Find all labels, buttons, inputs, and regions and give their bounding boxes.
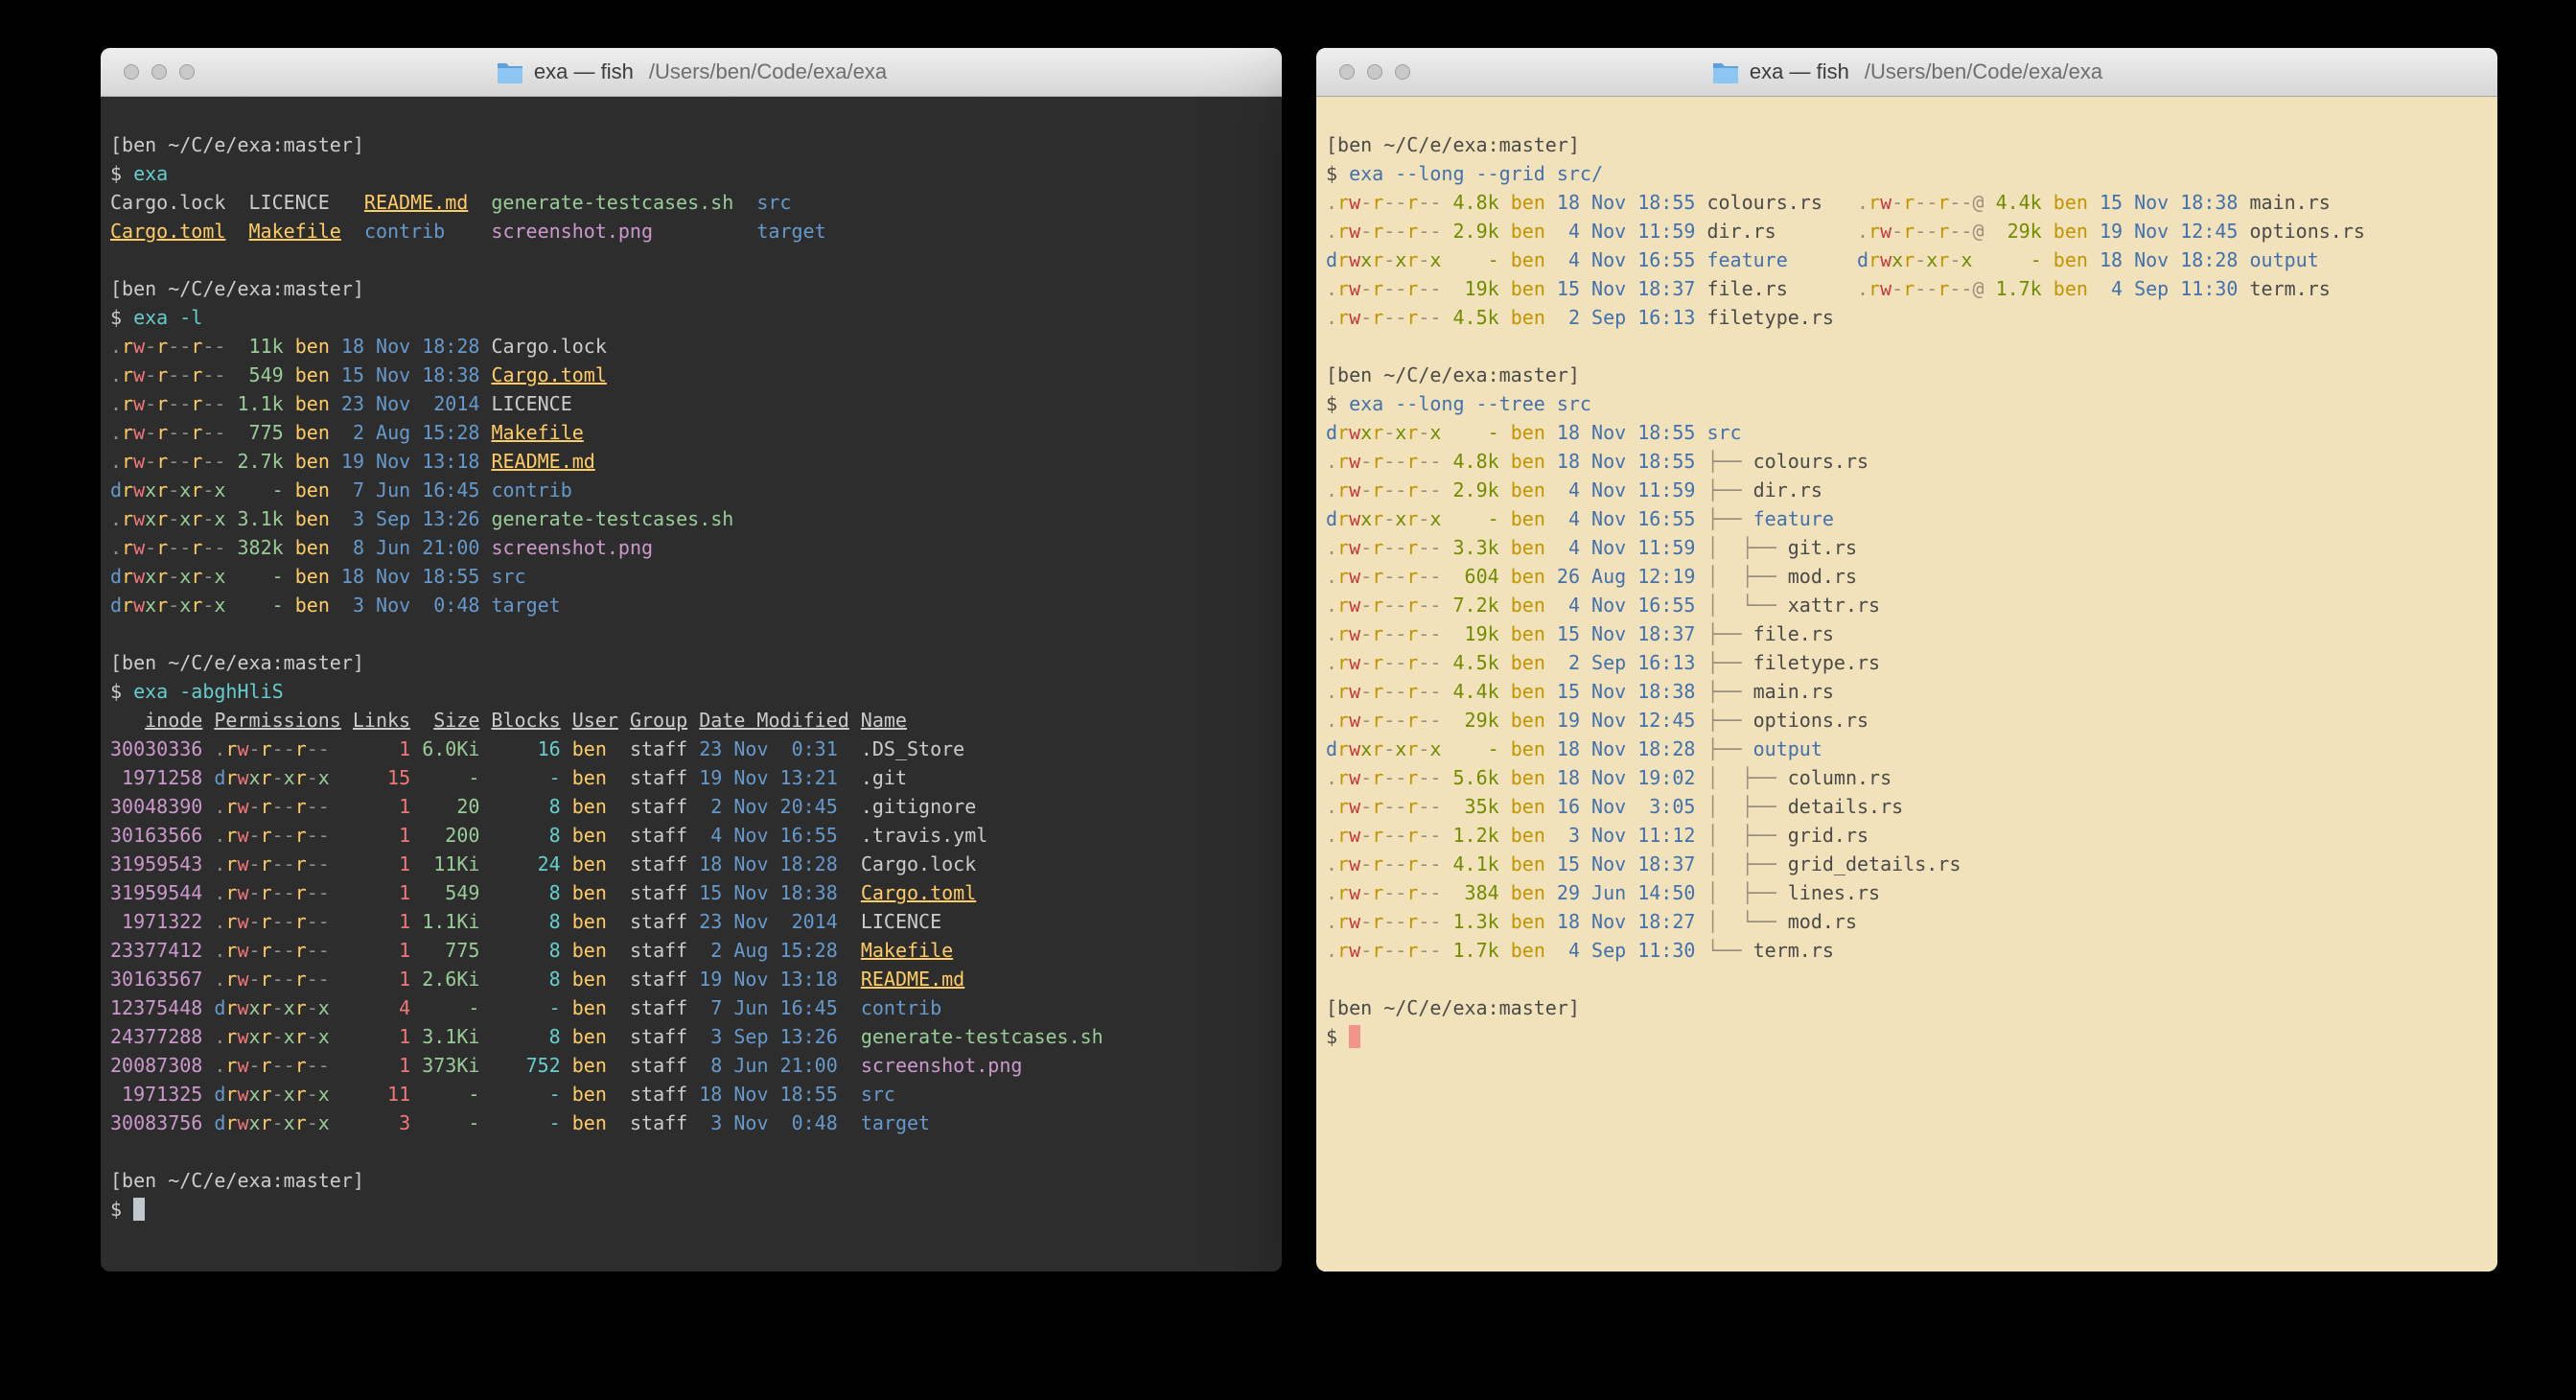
terminal-line: 24377288 .rwxr-xr-x 1 3.1Ki 8 ben staff … [110, 1022, 1274, 1051]
terminal-line: .rw-r--r-- 7.2k ben 4 Nov 16:55 │ └── xa… [1326, 591, 2490, 619]
terminal-line: 30163566 .rw-r--r-- 1 200 8 ben staff 4 … [110, 821, 1274, 850]
terminal-line: $ exa --long --grid src/ [1326, 159, 2490, 188]
terminal-line: [ben ~/C/e/exa:master] [1326, 993, 2490, 1022]
minimize-button[interactable] [1367, 64, 1382, 80]
terminal-line: $ exa -abghHliS [110, 677, 1274, 706]
terminal-line [110, 619, 1274, 648]
terminal-line: drwxr-xr-x - ben 4 Nov 16:55 ├── feature [1326, 504, 2490, 533]
terminal-line [1326, 332, 2490, 361]
terminal-line: [ben ~/C/e/exa:master] [110, 130, 1274, 159]
terminal-line: .rw-r--r-- 1.3k ben 18 Nov 18:27 │ └── m… [1326, 907, 2490, 936]
title-path-text: /Users/ben/Code/exa/exa [1865, 59, 2102, 84]
terminal-line: .rw-r--r-- 19k ben 15 Nov 18:37 ├── file… [1326, 619, 2490, 648]
terminal-line: 31959543 .rw-r--r-- 1 11Ki 24 ben staff … [110, 850, 1274, 878]
title-bar[interactable]: exa — fish /Users/ben/Code/exa/exa [1316, 48, 2497, 97]
terminal-line: .rw-r--r-- 19k ben 15 Nov 18:37 file.rs … [1326, 274, 2490, 303]
terminal-line: .rw-r--r-- 4.4k ben 15 Nov 18:38 ├── mai… [1326, 677, 2490, 706]
terminal-line: .rw-r--r-- 11k ben 18 Nov 18:28 Cargo.lo… [110, 332, 1274, 361]
close-button[interactable] [124, 64, 139, 80]
terminal-line: .rw-r--r-- 775 ben 2 Aug 15:28 Makefile [110, 418, 1274, 447]
terminal-line: 1971325 drwxr-xr-x 11 - - ben staff 18 N… [110, 1080, 1274, 1108]
title-bar[interactable]: exa — fish /Users/ben/Code/exa/exa [101, 48, 1282, 97]
terminal-line: .rw-r--r-- 4.8k ben 18 Nov 18:55 ├── col… [1326, 447, 2490, 476]
terminal-line: drwxr-xr-x - ben 18 Nov 18:28 ├── output [1326, 735, 2490, 763]
terminal-line [110, 245, 1274, 274]
terminal-line: Cargo.toml Makefile contrib screenshot.p… [110, 217, 1274, 245]
terminal-line: [ben ~/C/e/exa:master] [1326, 361, 2490, 389]
terminal-line: 12375448 drwxr-xr-x 4 - - ben staff 7 Ju… [110, 993, 1274, 1022]
terminal-line: .rw-r--r-- 4.1k ben 15 Nov 18:37 │ ├── g… [1326, 850, 2490, 878]
terminal-cursor [133, 1198, 145, 1221]
title-app-text: exa — fish [1750, 59, 1849, 84]
terminal-line [110, 1137, 1274, 1166]
terminal-line: 30163567 .rw-r--r-- 1 2.6Ki 8 ben staff … [110, 965, 1274, 993]
terminal-line: 30030336 .rw-r--r-- 1 6.0Ki 16 ben staff… [110, 735, 1274, 763]
terminal-line: [ben ~/C/e/exa:master] [110, 648, 1274, 677]
terminal-line: drwxr-xr-x - ben 18 Nov 18:55 src [1326, 418, 2490, 447]
terminal-line: $ [1326, 1022, 2490, 1051]
terminal-line: 31959544 .rw-r--r-- 1 549 8 ben staff 15… [110, 878, 1274, 907]
terminal-line: 20087308 .rw-r--r-- 1 373Ki 752 ben staf… [110, 1051, 1274, 1080]
terminal-line: drwxr-xr-x - ben 7 Jun 16:45 contrib [110, 476, 1274, 504]
terminal-line: [ben ~/C/e/exa:master] [110, 274, 1274, 303]
terminal-line: .rw-r--r-- 3.3k ben 4 Nov 11:59 │ ├── gi… [1326, 533, 2490, 562]
terminal-line: .rw-r--r-- 4.8k ben 18 Nov 18:55 colours… [1326, 188, 2490, 217]
terminal-line: .rw-r--r-- 1.1k ben 23 Nov 2014 LICENCE [110, 389, 1274, 418]
terminal-line: .rw-r--r-- 2.9k ben 4 Nov 11:59 dir.rs .… [1326, 217, 2490, 245]
window-title: exa — fish /Users/ben/Code/exa/exa [496, 59, 887, 84]
terminal-line: .rw-r--r-- 604 ben 26 Aug 12:19 │ ├── mo… [1326, 562, 2490, 591]
terminal-line: $ exa [110, 159, 1274, 188]
terminal-line: .rw-r--r-- 5.6k ben 18 Nov 19:02 │ ├── c… [1326, 763, 2490, 792]
terminal-line: .rw-r--r-- 382k ben 8 Jun 21:00 screensh… [110, 533, 1274, 562]
traffic-lights [124, 48, 195, 96]
terminal-line: 1971258 drwxr-xr-x 15 - - ben staff 19 N… [110, 763, 1274, 792]
terminal-line: $ exa --long --tree src [1326, 389, 2490, 418]
terminal-line: 23377412 .rw-r--r-- 1 775 8 ben staff 2 … [110, 936, 1274, 965]
title-path-text: /Users/ben/Code/exa/exa [649, 59, 887, 84]
terminal-line: .rw-r--r-- 549 ben 15 Nov 18:38 Cargo.to… [110, 361, 1274, 389]
terminal-content[interactable]: [ben ~/C/e/exa:master]$ exaCargo.lock LI… [101, 97, 1282, 1272]
terminal-line: .rw-r--r-- 2.7k ben 19 Nov 13:18 README.… [110, 447, 1274, 476]
terminal-content[interactable]: [ben ~/C/e/exa:master]$ exa --long --gri… [1316, 97, 2497, 1272]
desktop: { "windows": [ { "id": "left", "theme": … [0, 0, 2576, 1400]
close-button[interactable] [1339, 64, 1355, 80]
terminal-line: drwxr-xr-x - ben 4 Nov 16:55 feature drw… [1326, 245, 2490, 274]
zoom-button[interactable] [1395, 64, 1410, 80]
terminal-line: .rw-r--r-- 1.2k ben 3 Nov 11:12 │ ├── gr… [1326, 821, 2490, 850]
terminal-line: .rw-r--r-- 384 ben 29 Jun 14:50 │ ├── li… [1326, 878, 2490, 907]
terminal-line: drwxr-xr-x - ben 18 Nov 18:55 src [110, 562, 1274, 591]
window-title: exa — fish /Users/ben/Code/exa/exa [1711, 59, 2102, 84]
terminal-line: [ben ~/C/e/exa:master] [1326, 130, 2490, 159]
terminal-line: .rw-r--r-- 29k ben 19 Nov 12:45 ├── opti… [1326, 706, 2490, 735]
title-app-text: exa — fish [534, 59, 634, 84]
zoom-button[interactable] [179, 64, 195, 80]
terminal-line: .rwxr-xr-x 3.1k ben 3 Sep 13:26 generate… [110, 504, 1274, 533]
terminal-line: .rw-r--r-- 1.7k ben 4 Sep 11:30 └── term… [1326, 936, 2490, 965]
terminal-line: 30083756 drwxr-xr-x 3 - - ben staff 3 No… [110, 1108, 1274, 1137]
terminal-window-dark: exa — fish /Users/ben/Code/exa/exa [ben … [101, 48, 1282, 1272]
terminal-line: .rw-r--r-- 4.5k ben 2 Sep 16:13 filetype… [1326, 303, 2490, 332]
terminal-line: .rw-r--r-- 2.9k ben 4 Nov 11:59 ├── dir.… [1326, 476, 2490, 504]
folder-icon [1711, 60, 1740, 83]
terminal-line: inode Permissions Links Size Blocks User… [110, 706, 1274, 735]
folder-icon [496, 60, 524, 83]
traffic-lights [1339, 48, 1410, 96]
terminal-line: $ [110, 1195, 1274, 1224]
minimize-button[interactable] [151, 64, 167, 80]
terminal-window-light: exa — fish /Users/ben/Code/exa/exa [ben … [1316, 48, 2497, 1272]
terminal-line: $ exa -l [110, 303, 1274, 332]
terminal-line: 1971322 .rw-r--r-- 1 1.1Ki 8 ben staff 2… [110, 907, 1274, 936]
terminal-line [1326, 965, 2490, 993]
terminal-line: 30048390 .rw-r--r-- 1 20 8 ben staff 2 N… [110, 792, 1274, 821]
terminal-cursor [1349, 1025, 1360, 1048]
terminal-line: [ben ~/C/e/exa:master] [110, 1166, 1274, 1195]
terminal-line: .rw-r--r-- 35k ben 16 Nov 3:05 │ ├── det… [1326, 792, 2490, 821]
terminal-line: drwxr-xr-x - ben 3 Nov 0:48 target [110, 591, 1274, 619]
terminal-line: .rw-r--r-- 4.5k ben 2 Sep 16:13 ├── file… [1326, 648, 2490, 677]
terminal-line: Cargo.lock LICENCE README.md generate-te… [110, 188, 1274, 217]
